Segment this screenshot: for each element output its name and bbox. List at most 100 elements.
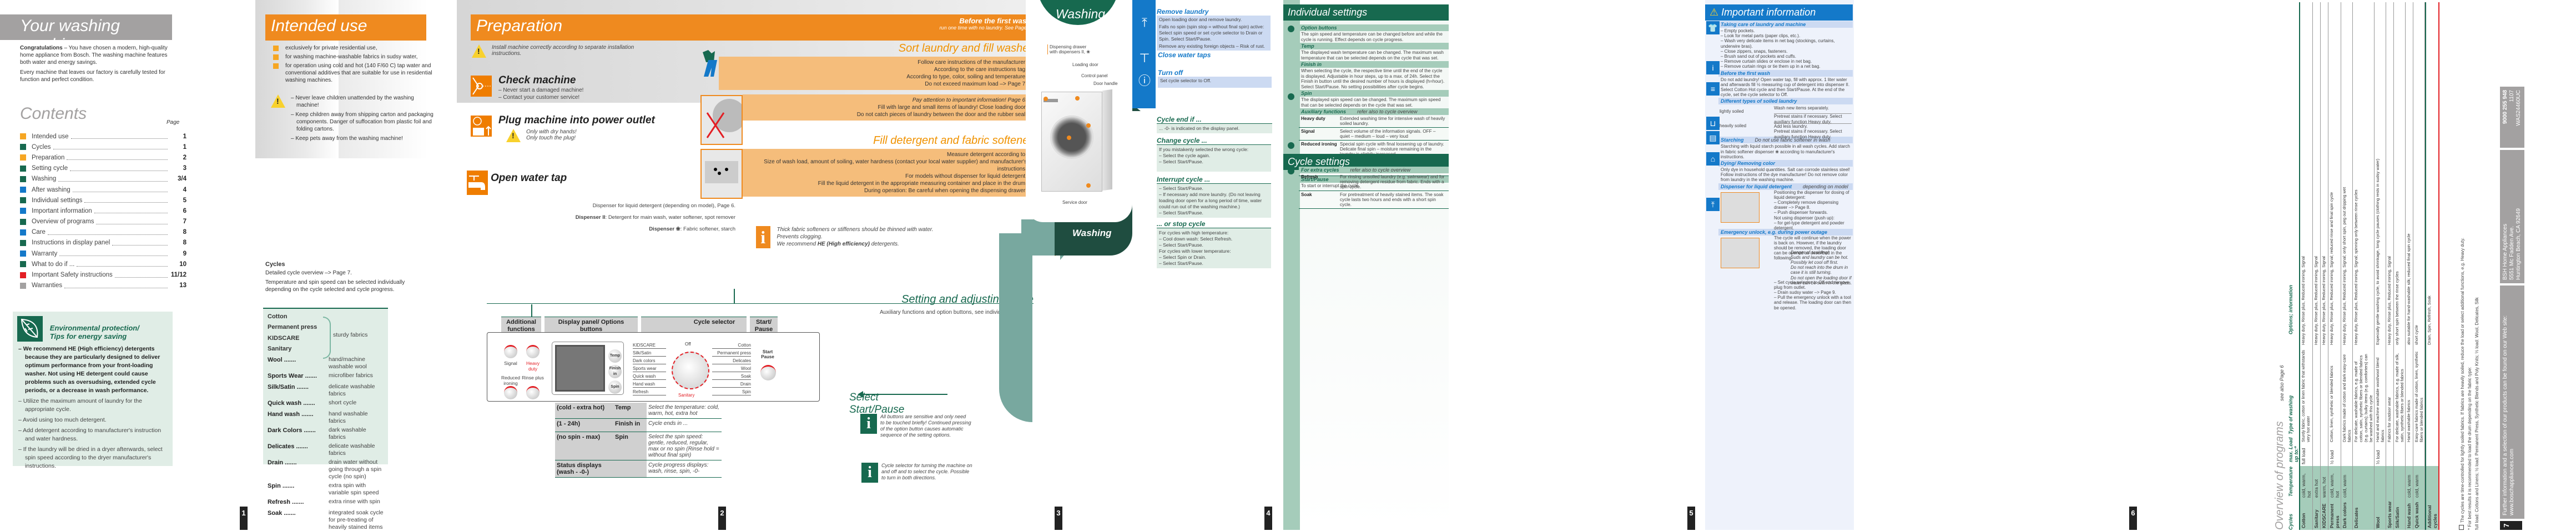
callout-dot [1075,96,1080,101]
aux-function-row: Signal Select volume of the information s… [1299,128,1449,141]
toc-color-square [20,154,26,161]
toc-item[interactable]: Instructions in display panel 8 [20,238,186,248]
spin-button[interactable]: Spin [608,380,622,394]
toc-color-square [20,144,26,151]
dial-option[interactable]: Spin [712,389,751,395]
extra-name: Soak [1301,192,1312,197]
toc-item[interactable]: Intended use 1 [20,131,186,142]
overview-cycle: Wool [2375,499,2386,530]
info-selector-note: i Cycle selector for turning the machine… [861,463,972,483]
toc-item[interactable]: What to do if ... 10 [20,259,186,269]
interrupt-cycle-section: Interrupt cycle ... – Select Start/Pause… [1157,176,1271,218]
toc-item[interactable]: Cycles 1 [20,142,186,152]
overview-cycle: Delicates [2353,499,2374,530]
bullet-dot [1288,168,1294,174]
machine-door [1050,116,1093,159]
overview-load [2394,444,2405,466]
contents-heading: Contents [20,104,87,123]
dial-option[interactable]: KIDSCARE [633,343,666,349]
overview-type: For delicate, washable fabrics, e.g. mad… [2353,354,2373,442]
cycle-end-section: Cycle end if ... ... -0- is indicated on… [1157,116,1272,133]
finish-in-button[interactable]: Finish in [608,365,622,378]
aux-name: Heavy duty [1301,116,1325,121]
starch-basin-icon: ⊔ [1706,117,1720,130]
toc-leader [70,134,168,139]
overview-options: also suitable for hand-washable silk; re… [2406,233,2411,345]
toc-item[interactable]: Important information 6 [20,206,186,216]
dial-option[interactable]: Cotton [712,343,751,349]
dial-option[interactable]: Wool [712,366,751,372]
contents-page-label: Page [167,119,180,126]
overview-type: Fabrics for outdoor wear [2387,397,2392,442]
cycle-desc: extra spin with variable spin speed [329,482,379,496]
option-row: Status displays (wash - -0-) Cycle progre… [555,460,722,478]
aux-desc: Select volume of the information signals… [1340,129,1436,139]
cycle-row: Refresh ....... extra rinse with spin [268,497,384,508]
cycle-desc: hand/machine washable wool [329,356,367,370]
toc-page-number: 3 [183,165,186,172]
heavy-duty-button[interactable] [526,345,540,358]
toc-item[interactable]: Overview of programs 7 [20,217,186,227]
cycle-name: Cotton [268,313,288,320]
liquid-line: – for gel-type detergent and powder dete… [1774,220,1844,231]
care-line: – Look for metal parts (paper clips, etc… [1721,33,1801,39]
intended-use-item: exclusively for private residential use, [273,44,434,52]
cycle-name: KIDSCARE [268,334,300,342]
extra-name: Refresh [1301,174,1318,179]
toc-item[interactable]: Individual settings 5 [20,195,186,206]
overview-header: Cycles Temperature max. Load up to:* Typ… [2288,285,2299,530]
liquid-line: Not using dispenser (push up): [1774,215,1834,221]
cycle-name: Refresh ....... [268,499,304,505]
toc-item[interactable]: Care 8 [20,227,186,238]
overview-cycle: Dark colors [2341,499,2352,530]
dial-option[interactable]: Drain [712,382,751,388]
use-text: exclusively for private residential use, [285,45,377,51]
toc-item[interactable]: Warranty 9 [20,248,186,259]
dial-option[interactable]: Permanent press [712,350,751,357]
dial-option[interactable]: Quick wash [633,374,666,380]
temp-button[interactable]: Temp [608,349,622,363]
brace [323,317,331,359]
toc-item[interactable]: After washing 4 [20,184,186,195]
cycle-row: Sports Wear ....... microfiber fabrics [268,370,384,382]
overview-temp: warm, hot [2321,466,2328,499]
option-desc: Cycle ends in ... [648,420,688,427]
signal-button[interactable] [504,345,517,358]
toc-item[interactable]: Preparation 2 [20,152,186,163]
overview-load [2413,444,2424,466]
overview-table: Cotton cold, warm, hot full load Sturdy fab… [2299,2,2439,530]
overview-options: Heavy duty, Rinse plus, Reduced ironing,… [2301,256,2306,345]
dial-option[interactable]: Dark colors [633,358,666,364]
cycle-row: Soak ....... integrated soak cycle for pr… [268,508,384,531]
toc-item[interactable]: Setting cycle 3 [20,163,186,174]
cycle-desc: hand washable fabrics [329,410,368,424]
start-pause-button[interactable] [760,365,776,380]
label-dispensing-drawer: Dispensing drawer with dispensers II, ❀ [1047,44,1092,54]
dial-option[interactable]: Soak [712,374,751,380]
sturdy-cycles-group: Cotton Permanent press KIDSCARE Sanitary [268,311,329,354]
cycle-desc: drain water without going through a spin… [329,459,382,480]
dial-option[interactable]: Silk/Satin [633,350,666,357]
option-row: (no spin - max) Spin Select the spin speed… [555,432,722,460]
soiled-shirt-icon: ≡ [1706,82,1720,96]
env-title: Environmental protection/Tips for energy… [49,324,139,340]
rinse-plus-button[interactable] [526,386,540,399]
dial-option[interactable]: Hand wash [633,382,666,388]
toc-color-square [20,165,26,172]
dial-sanitary-label: Sanitary [678,393,695,398]
individual-settings-title: Individual settings [1283,4,1449,21]
dial-option[interactable]: Delicates [712,358,751,364]
dial-option[interactable]: Sports wear [633,366,666,372]
toc-item[interactable]: Washing 3/4 [20,174,186,184]
machine-side [1102,89,1112,191]
emergency-step: – Pull the emergency unlock with a tool … [1774,295,1852,310]
toc-item[interactable]: Warranties 13 [20,280,186,291]
aux-name: Signal [1301,129,1315,134]
toc-item[interactable]: Important Safety instructions 11/12 [20,269,186,280]
overview-row: Delicates For delicate, washable fabrics,… [2353,2,2375,530]
dial-option[interactable]: Refresh [633,389,666,395]
intro-bold: Congratulations [20,45,63,51]
cycle-selector-dial[interactable] [672,352,709,389]
water-tap-icon: ⊤ [1139,51,1150,65]
reduced-ironing-button[interactable] [504,386,517,399]
